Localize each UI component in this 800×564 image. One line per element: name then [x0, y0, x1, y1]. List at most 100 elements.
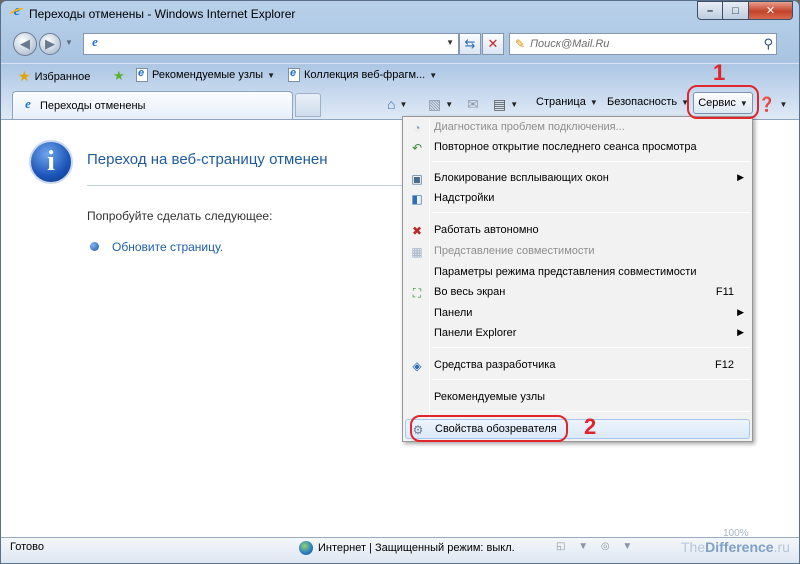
- compatibility-icon: ▦: [411, 245, 423, 259]
- page-icon: [136, 67, 148, 82]
- menu-item-diagnose-connection[interactable]: ◔ Диагностика проблем подключения...: [405, 118, 750, 138]
- back-button[interactable]: ◀: [13, 32, 37, 56]
- close-button[interactable]: ✕: [749, 1, 793, 20]
- menu-item-compatibility-view[interactable]: ▦ Представление совместимости: [405, 242, 750, 262]
- search-input[interactable]: Поиск@Mail.Ru: [530, 38, 609, 50]
- safety-menu-button[interactable]: Безопасность ▼: [607, 96, 689, 108]
- status-icons: ◱ ▼ ◎ ▼: [556, 541, 638, 552]
- addons-icon: ◧: [411, 192, 423, 206]
- home-button[interactable]: ⌂ ▼: [387, 96, 407, 112]
- menu-separator: [432, 411, 750, 412]
- suggestion-text: Попробуйте сделать следующее:: [87, 209, 273, 223]
- favorites-button[interactable]: ★ Избранное: [18, 68, 90, 85]
- zoom-level[interactable]: 100%: [723, 528, 749, 539]
- ie-logo-icon: e: [7, 3, 27, 22]
- menu-item-toolbars[interactable]: Панели ▶: [405, 304, 750, 324]
- divider: [87, 185, 407, 186]
- tab-active[interactable]: e Переходы отменены: [12, 91, 293, 119]
- add-favorite-button[interactable]: ★: [113, 68, 129, 84]
- menu-item-explorer-bars[interactable]: Панели Explorer ▶: [405, 324, 750, 344]
- address-row: ◀ ▶ ▼ e ▼ ⇆ ✕ ✎ Поиск@Mail.Ru ⚲: [1, 29, 799, 59]
- read-mail-button[interactable]: ✉: [467, 96, 479, 113]
- favorites-item-label: Коллекция веб-фрагм...: [304, 69, 426, 81]
- chevron-down-icon: ▼: [589, 97, 598, 107]
- menu-item-label: Повторное открытие последнего сеанса про…: [434, 141, 697, 153]
- annotation-oval-tools: [687, 85, 759, 119]
- minimize-button[interactable]: –: [697, 1, 723, 20]
- mail-icon: ✉: [467, 96, 479, 112]
- menu-separator: [432, 212, 750, 213]
- forward-button[interactable]: ▶: [39, 33, 61, 55]
- chevron-down-icon: ▼: [445, 100, 454, 109]
- developer-tools-icon: ◈: [412, 359, 422, 373]
- menu-item-full-screen[interactable]: ⛶ Во весь экран F11: [405, 283, 750, 303]
- chevron-down-icon: ▼: [510, 100, 519, 109]
- recent-pages-dropdown[interactable]: ▼: [65, 38, 73, 47]
- menu-item-label: Панели: [434, 307, 473, 319]
- status-text: Готово: [10, 541, 44, 553]
- chevron-down-icon: ▼: [779, 100, 788, 109]
- caption-buttons: – □ ✕: [697, 1, 793, 21]
- favorites-bar-item-web-slice-gallery[interactable]: Коллекция веб-фрагм... ▼: [288, 67, 437, 82]
- diagnostics-icon: ◔: [413, 121, 421, 135]
- add-to-favorites-icon: ★: [113, 68, 125, 83]
- print-button[interactable]: ▤ ▼: [493, 96, 518, 113]
- refresh-icon: ⇆: [464, 36, 476, 51]
- printer-icon: ▤: [493, 96, 507, 112]
- safety-menu-label: Безопасность: [607, 96, 678, 108]
- menu-item-work-offline[interactable]: ✖ Работать автономно: [405, 221, 750, 241]
- search-icon[interactable]: ⚲: [763, 36, 773, 52]
- feeds-button[interactable]: ▧ ▼: [428, 96, 453, 113]
- menu-item-popup-blocker[interactable]: ▣ Блокирование всплывающих окон ▶: [405, 169, 750, 189]
- page-icon: e: [92, 34, 98, 49]
- refresh-button[interactable]: ⇆: [459, 33, 481, 55]
- menu-item-compatibility-settings[interactable]: Параметры режима представления совместим…: [405, 263, 750, 283]
- page-icon: [288, 67, 300, 82]
- menu-separator: [432, 347, 750, 348]
- tools-dropdown-menu: ◔ Диагностика проблем подключения... ↶ П…: [402, 116, 753, 442]
- home-icon: ⌂: [387, 96, 396, 112]
- page-title: Переход на веб-страницу отменен: [87, 151, 328, 168]
- address-dropdown-icon[interactable]: ▼: [446, 38, 454, 47]
- submenu-arrow-icon: ▶: [737, 172, 744, 182]
- rss-feed-icon: ▧: [428, 96, 442, 112]
- menu-item-addons[interactable]: ◧ Надстройки: [405, 189, 750, 209]
- menu-item-suggested-sites[interactable]: Рекомендуемые узлы: [405, 388, 750, 408]
- menu-item-developer-tools[interactable]: ◈ Средства разработчика F12: [405, 356, 750, 376]
- refresh-page-link[interactable]: Обновите страницу.: [112, 240, 223, 254]
- popup-blocker-icon: ▣: [411, 172, 423, 186]
- menu-item-label: Средства разработчика: [434, 359, 556, 371]
- favorites-star-icon: ★: [18, 68, 31, 84]
- tab-label: Переходы отменены: [40, 99, 146, 112]
- favorites-bar-item-suggested-sites[interactable]: Рекомендуемые узлы ▼: [136, 67, 275, 82]
- offline-icon: ✖: [411, 224, 423, 238]
- maximize-button[interactable]: □: [723, 1, 749, 20]
- menu-item-label: Параметры режима представления совместим…: [434, 266, 697, 278]
- address-bar[interactable]: e ▼: [83, 33, 459, 55]
- favorites-label: Избранное: [34, 70, 91, 83]
- status-bar: Готово Интернет | Защищенный режим: выкл…: [1, 528, 799, 563]
- menu-item-label: Работать автономно: [434, 224, 539, 236]
- menu-separator: [432, 379, 750, 380]
- menu-item-label: Представление совместимости: [434, 245, 595, 257]
- title-bar: e Переходы отменены - Windows Internet E…: [1, 1, 799, 27]
- help-button[interactable]: ❓ ▼: [758, 96, 787, 113]
- new-tab-button[interactable]: [295, 93, 321, 117]
- bullet-icon: [90, 242, 99, 251]
- watermark-suffix: .ru: [773, 539, 790, 555]
- tab-page-icon: e: [25, 95, 31, 111]
- page-menu-button[interactable]: Страница ▼: [536, 96, 598, 108]
- annotation-step-2: 2: [584, 414, 597, 439]
- favorites-item-label: Рекомендуемые узлы: [152, 69, 264, 81]
- back-arrow-icon: ◀: [20, 36, 30, 51]
- stop-button[interactable]: ✕: [482, 33, 504, 55]
- menu-item-label: Надстройки: [434, 192, 495, 204]
- stop-icon: ✕: [487, 36, 499, 51]
- security-zone[interactable]: Интернет | Защищенный режим: выкл.: [299, 541, 515, 555]
- menu-item-shortcut: F12: [715, 359, 734, 371]
- menu-item-reopen-last-session[interactable]: ↶ Повторное открытие последнего сеанса п…: [405, 138, 750, 158]
- search-box[interactable]: ✎ Поиск@Mail.Ru ⚲: [509, 33, 777, 55]
- zone-text: Интернет | Защищенный режим: выкл.: [318, 542, 515, 554]
- favorites-bar: ★ Избранное ★ Рекомендуемые узлы ▼ Колле…: [1, 63, 799, 87]
- fullscreen-icon: ⛶: [412, 285, 422, 300]
